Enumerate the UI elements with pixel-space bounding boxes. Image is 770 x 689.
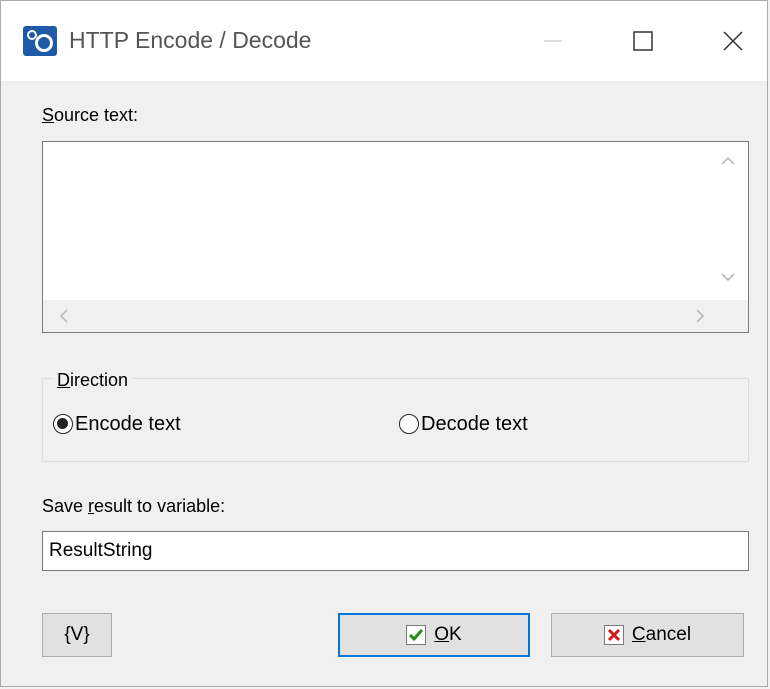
vertical-scrollbar[interactable] <box>708 142 748 300</box>
source-text-area[interactable] <box>42 141 749 333</box>
maximize-button[interactable] <box>613 19 673 63</box>
maximize-icon <box>633 31 653 51</box>
close-icon <box>723 31 743 51</box>
save-result-label: Save result to variable: <box>42 496 226 516</box>
result-variable-input[interactable]: ResultString <box>42 531 749 571</box>
insert-variable-label: {V} <box>64 624 90 645</box>
title-bar[interactable]: HTTP Encode / Decode <box>1 1 767 81</box>
minimize-icon <box>544 40 562 42</box>
scroll-down-icon[interactable] <box>720 270 736 284</box>
decode-radio[interactable] <box>399 414 419 434</box>
ok-label: OK <box>434 624 462 645</box>
direction-label: Direction <box>53 370 133 391</box>
scroll-right-icon[interactable] <box>693 308 707 324</box>
scroll-up-icon[interactable] <box>720 154 736 168</box>
checkmark-icon <box>406 625 427 645</box>
close-button[interactable] <box>703 19 763 63</box>
window-title: HTTP Encode / Decode <box>69 27 312 53</box>
cancel-button[interactable]: Cancel <box>551 613 744 657</box>
cancel-x-icon <box>603 625 624 645</box>
cancel-label: Cancel <box>631 624 692 645</box>
horizontal-scrollbar[interactable] <box>43 300 748 332</box>
minimize-button[interactable] <box>523 19 583 63</box>
encode-radio-label[interactable]: Encode text <box>75 413 181 436</box>
encode-radio[interactable] <box>53 414 73 434</box>
source-text-label: Source text: <box>42 105 139 125</box>
app-icon <box>23 26 57 56</box>
scroll-left-icon[interactable] <box>57 308 71 324</box>
decode-radio-label[interactable]: Decode text <box>421 413 528 436</box>
ok-button[interactable]: OK <box>338 613 530 657</box>
dialog-window: HTTP Encode / Decode Source text: Direct… <box>0 0 768 687</box>
insert-variable-button[interactable]: {V} <box>42 613 112 657</box>
